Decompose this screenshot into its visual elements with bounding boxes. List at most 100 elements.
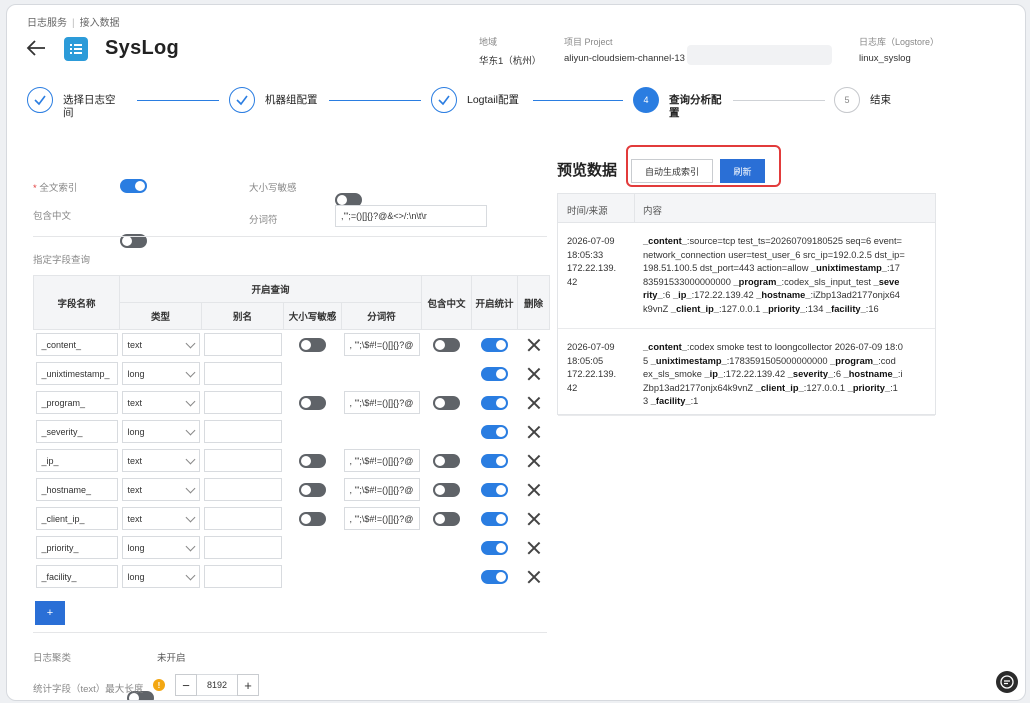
add-field-button[interactable]: + [35,601,65,625]
type-select[interactable]: text [121,478,200,501]
field-name-input[interactable]: _ip_ [35,449,118,472]
case-sensitive-toggle[interactable] [299,482,326,497]
fulltext-index-label: * 全文索引 [33,183,78,194]
stat-max-length-input[interactable]: 8192 [197,674,237,696]
type-select-value: text [127,484,143,495]
enable-stats-toggle[interactable] [481,569,509,584]
step-5-pending-icon: 5 [834,87,860,113]
tokenizer-label: 分词符 [249,215,278,226]
include-chinese-toggle[interactable] [433,395,461,410]
field-name-input[interactable]: _severity_ [35,420,118,443]
syslog-logo-icon [64,37,88,61]
alias-input[interactable] [203,565,282,588]
tokenizer-input[interactable]: , '";\$#!=()[]{}?@ [343,333,420,356]
delete-field-icon[interactable] [527,425,541,439]
include-chinese-toggle[interactable] [433,453,461,468]
preview-field-key: _facility_ [650,396,691,406]
case-sensitive-toggle[interactable] [299,337,326,352]
tokenizer-input[interactable]: , '";\$#!=()[]{}?@ [343,507,420,530]
type-select[interactable]: long [121,420,200,443]
delete-field-icon[interactable] [527,454,541,468]
include-chinese-toggle[interactable] [433,482,461,497]
alias-input[interactable] [203,507,282,530]
increase-length-button[interactable]: + [237,674,259,696]
type-select[interactable]: text [121,333,200,356]
field-name-input[interactable]: _program_ [35,391,118,414]
col-header-type: 类型 [119,302,202,330]
preview-field-key: _client_ip_ [755,382,804,393]
auto-generate-index-button[interactable]: 自动生成索引 [631,159,713,183]
step-3-label: Logtail配置 [467,94,519,106]
delete-field-icon[interactable] [527,338,541,352]
enable-stats-toggle[interactable] [481,482,509,497]
type-select-value: long [127,542,145,553]
redacted-region [687,45,832,65]
alias-input[interactable] [203,391,282,414]
field-name-input[interactable]: _hostname_ [35,478,118,501]
type-select[interactable]: text [121,391,200,414]
field-table-body: _content_ text, '";\$#!=()[]{}?@ _unixtime… [34,330,550,592]
field-name-input[interactable]: _unixtimestamp_ [35,362,118,385]
field-name-input[interactable]: _content_ [35,333,118,356]
delete-field-icon[interactable] [527,483,541,497]
preview-content-line: Zbp13ad2177onjx64k9vnZ _client_ip_:127.0… [643,382,933,396]
field-name-input[interactable]: _priority_ [35,536,118,559]
alias-input[interactable] [203,478,282,501]
tokenizer-input[interactable]: , '";\$#!=()[]{}?@ [343,391,420,414]
preview-field-value: :172.22.139.42 [723,369,788,379]
case-sensitive-toggle[interactable] [299,395,326,410]
preview-time-source: 2026-07-09 18:05:05 172.22.139. 42 [567,341,616,395]
enable-stats-toggle[interactable] [481,395,509,410]
enable-stats-toggle[interactable] [481,453,509,468]
tokenizer-input[interactable]: ,'";=()[]{}?@&<>/:\n\t\r [335,205,487,227]
type-select[interactable]: text [121,507,200,530]
tokenizer-input[interactable]: , '";\$#!=()[]{}?@ [343,449,420,472]
case-sensitive-toggle[interactable] [299,511,326,526]
alias-input[interactable] [203,420,282,443]
enable-stats-toggle[interactable] [481,337,509,352]
decrease-length-button[interactable]: − [175,674,197,696]
breadcrumb-item-log-service[interactable]: 日志服务 [27,18,67,29]
tokenizer-input[interactable]: , '";\$#!=()[]{}?@ [343,478,420,501]
preview-content-line: _content_:source=tcp test_ts=20260709180… [643,235,933,249]
alias-input[interactable] [203,536,282,559]
preview-content-line: _content_:codex smoke test to loongcolle… [643,341,933,355]
preview-field-key: _seve [873,276,900,287]
enable-stats-toggle[interactable] [481,540,509,555]
type-select[interactable]: text [121,449,200,472]
enable-stats-toggle[interactable] [481,511,509,526]
delete-field-icon[interactable] [527,396,541,410]
delete-field-icon[interactable] [527,570,541,584]
include-chinese-toggle[interactable] [433,511,461,526]
alias-input[interactable] [203,362,282,385]
alias-input[interactable] [203,449,282,472]
field-name-input[interactable]: _client_ip_ [35,507,118,530]
refresh-button[interactable]: 刷新 [720,159,765,183]
alias-input[interactable] [203,333,282,356]
preview-rows: 2026-07-09 18:05:33 172.22.139. 42 _content_… [558,223,935,416]
feedback-chat-icon[interactable] [996,671,1018,693]
type-select[interactable]: long [121,565,200,588]
table-row: _client_ip_ text , '";\$#!=()[]{}?@ [34,504,550,533]
type-select[interactable]: long [121,362,200,385]
enable-stats-toggle[interactable] [481,424,509,439]
field-name-input[interactable]: _facility_ [35,565,118,588]
back-arrow-icon[interactable] [25,37,47,59]
type-select[interactable]: long [121,536,200,559]
step-5-label: 结束 [870,94,891,106]
delete-field-icon[interactable] [527,512,541,526]
preview-field-value: 198.51.100.5 dst_port=443 action=allow [643,263,811,273]
preview-field-value: :codex smoke test to loongcollector 2026… [686,342,903,352]
case-sensitive-toggle[interactable] [299,453,326,468]
preview-field-key: _unixtimestamp_ [811,263,887,273]
fulltext-index-toggle[interactable] [120,179,147,193]
include-chinese-toggle[interactable] [433,337,461,352]
delete-field-icon[interactable] [527,541,541,555]
delete-field-icon[interactable] [527,367,541,381]
step-4-current-icon: 4 [633,87,659,113]
region-value: 华东1（杭州） [479,56,542,67]
warning-info-icon[interactable]: ! [153,679,165,691]
enable-stats-toggle[interactable] [481,366,509,381]
chevron-down-icon [185,396,195,406]
preview-time: 18:05:33 [567,249,604,260]
